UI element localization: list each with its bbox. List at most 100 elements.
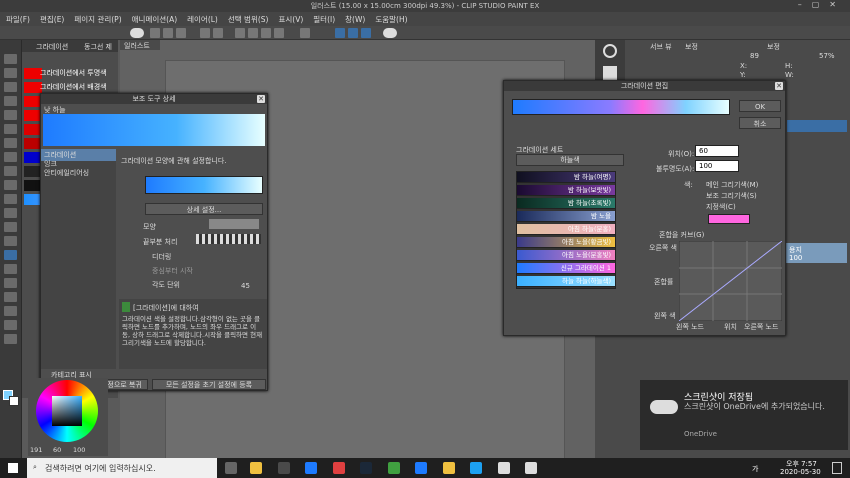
blend-tool-icon[interactable] bbox=[4, 222, 17, 232]
taskbar-search[interactable]: ⌕ 검색하려면 여기에 입력하십시오. bbox=[27, 458, 217, 478]
menu-page[interactable]: 페이지 관리(P) bbox=[74, 14, 121, 25]
gradient-bar[interactable] bbox=[512, 99, 730, 115]
menu-select[interactable]: 선택 범위(S) bbox=[228, 14, 269, 25]
color-option-main[interactable]: 메인 그리기색(M) bbox=[706, 180, 758, 190]
notification-center-icon[interactable] bbox=[832, 462, 842, 474]
close-icon[interactable]: ✕ bbox=[257, 95, 265, 103]
tab-gradient[interactable]: 그라데이션 bbox=[36, 42, 68, 52]
grid-snap-icon[interactable] bbox=[361, 28, 371, 38]
ruler-tool-icon[interactable] bbox=[4, 292, 17, 302]
open-file-icon[interactable] bbox=[163, 28, 173, 38]
menu-help[interactable]: 도움말(H) bbox=[375, 14, 407, 25]
notification-toast[interactable]: 스크린샷이 저장됨 스크린샷이 OneDrive에 추가되었습니다. OneDr… bbox=[640, 380, 848, 450]
windows-start-icon[interactable] bbox=[8, 463, 18, 473]
preset-item[interactable]: 밤 하늘(보랏빛) bbox=[517, 185, 615, 196]
menu-filter[interactable]: 필터(I) bbox=[313, 14, 335, 25]
task-view-icon[interactable] bbox=[225, 462, 237, 474]
sub-color-swatch[interactable] bbox=[9, 396, 19, 406]
row-center-start[interactable]: 중심부터 시작 bbox=[152, 266, 193, 276]
detail-settings-button[interactable]: 상세 설정... bbox=[145, 203, 263, 215]
frame-tool-icon[interactable] bbox=[4, 278, 17, 288]
pen-tool-icon[interactable] bbox=[4, 138, 17, 148]
preset-item[interactable]: 아침 노을(황금빛) bbox=[517, 237, 615, 248]
mail-icon[interactable] bbox=[415, 462, 427, 474]
position-field[interactable]: 60 bbox=[695, 145, 739, 157]
operation-tool-icon[interactable] bbox=[4, 82, 17, 92]
menu-file[interactable]: 파일(F) bbox=[6, 14, 30, 25]
decoration-tool-icon[interactable] bbox=[4, 194, 17, 204]
layer-row[interactable]: 용지 100 bbox=[785, 243, 847, 263]
subtool-item[interactable]: 그라데이션에서 투명색 bbox=[24, 68, 114, 79]
app-icon[interactable] bbox=[333, 462, 345, 474]
preset-item[interactable]: 밤 하늘(초록빛) bbox=[517, 198, 615, 209]
tab-correction-right[interactable]: 보정 bbox=[767, 42, 780, 52]
edge-selector[interactable] bbox=[196, 234, 261, 244]
twitter-icon[interactable] bbox=[470, 462, 482, 474]
preset-item[interactable]: 아침 노을(분홍빛) bbox=[517, 250, 615, 261]
new-file-icon[interactable] bbox=[150, 28, 160, 38]
menu-view[interactable]: 표시(V) bbox=[278, 14, 303, 25]
preset-item[interactable]: 밤 하늘(여명) bbox=[517, 172, 615, 183]
move-tool-icon[interactable] bbox=[4, 54, 17, 64]
redo-icon[interactable] bbox=[213, 28, 223, 38]
opacity-field[interactable]: 100 bbox=[695, 160, 739, 172]
eraser-tool-icon[interactable] bbox=[4, 208, 17, 218]
search-icon[interactable] bbox=[603, 44, 617, 58]
fill-icon[interactable] bbox=[261, 28, 271, 38]
gradient-tool-icon[interactable] bbox=[4, 250, 17, 260]
text-tool-icon[interactable] bbox=[4, 306, 17, 316]
custom-color-swatch[interactable] bbox=[708, 214, 750, 224]
close-icon[interactable]: ✕ bbox=[775, 82, 783, 90]
category-antialias[interactable]: 안티에일리어싱 bbox=[41, 167, 89, 179]
kakaotalk-icon[interactable] bbox=[443, 462, 455, 474]
menu-window[interactable]: 창(W) bbox=[345, 14, 365, 25]
ruler-snap-icon[interactable] bbox=[335, 28, 345, 38]
deselect-icon[interactable] bbox=[274, 28, 284, 38]
undo-icon[interactable] bbox=[200, 28, 210, 38]
correction-tool-icon[interactable] bbox=[4, 334, 17, 344]
figure-tool-icon[interactable] bbox=[4, 264, 17, 274]
color-square[interactable] bbox=[52, 396, 82, 426]
cancel-button[interactable]: 취소 bbox=[739, 117, 781, 129]
clip-studio-paint-icon[interactable] bbox=[525, 462, 537, 474]
clock-date[interactable]: 2020-05-30 bbox=[780, 468, 821, 476]
row-angle-step[interactable]: 각도 단위 bbox=[152, 280, 180, 290]
snap-icon[interactable] bbox=[300, 28, 310, 38]
shape-selector[interactable] bbox=[209, 219, 259, 229]
steam-icon[interactable] bbox=[360, 462, 372, 474]
register-all-button[interactable]: 모든 설정을 초기 설정에 등록 bbox=[152, 379, 266, 390]
rotate-icon[interactable] bbox=[603, 66, 617, 80]
balloon-tool-icon[interactable] bbox=[4, 320, 17, 330]
tab-correction[interactable]: 보정 bbox=[685, 42, 698, 52]
subtool-item[interactable]: 그라데이션에서 배경색 bbox=[24, 82, 114, 93]
brush-tool-icon[interactable] bbox=[4, 166, 17, 176]
window-controls[interactable]: –▢✕ bbox=[798, 0, 846, 9]
pencil-tool-icon[interactable] bbox=[4, 152, 17, 162]
gradient-set-select[interactable]: 하늘색 bbox=[516, 154, 624, 166]
preset-item[interactable]: 하늘 하늘(하늘색) bbox=[517, 276, 615, 287]
clip-studio-icon[interactable] bbox=[498, 462, 510, 474]
ime-indicator[interactable]: 가 bbox=[752, 464, 758, 474]
chrome-icon[interactable] bbox=[388, 462, 400, 474]
clear-icon[interactable] bbox=[235, 28, 245, 38]
row-dither[interactable]: 디더링 bbox=[152, 252, 171, 262]
tab-contour[interactable]: 동그선 제 bbox=[84, 42, 112, 52]
preset-item[interactable]: 신규 그라데이션 1 bbox=[517, 263, 615, 274]
preset-item[interactable]: 밤 노을 bbox=[517, 211, 615, 222]
selection-tool-icon[interactable] bbox=[4, 96, 17, 106]
help-icon[interactable] bbox=[383, 28, 397, 38]
color-bar[interactable] bbox=[787, 120, 847, 132]
tab-subview[interactable]: 서브 뷰 bbox=[650, 42, 672, 52]
preset-item[interactable]: 아침 하늘(분홍) bbox=[517, 224, 615, 235]
file-explorer-icon[interactable] bbox=[250, 462, 262, 474]
angle-value[interactable]: 45 bbox=[241, 282, 250, 290]
transform-icon[interactable] bbox=[248, 28, 258, 38]
edge-icon[interactable] bbox=[305, 462, 317, 474]
ok-button[interactable]: OK bbox=[739, 100, 781, 112]
save-icon[interactable] bbox=[176, 28, 186, 38]
menu-layer[interactable]: 레이어(L) bbox=[187, 14, 218, 25]
color-option-custom[interactable]: 지정색(C) bbox=[706, 202, 736, 212]
eyedropper-tool-icon[interactable] bbox=[4, 124, 17, 134]
special-ruler-icon[interactable] bbox=[348, 28, 358, 38]
menu-edit[interactable]: 편집(E) bbox=[40, 14, 64, 25]
